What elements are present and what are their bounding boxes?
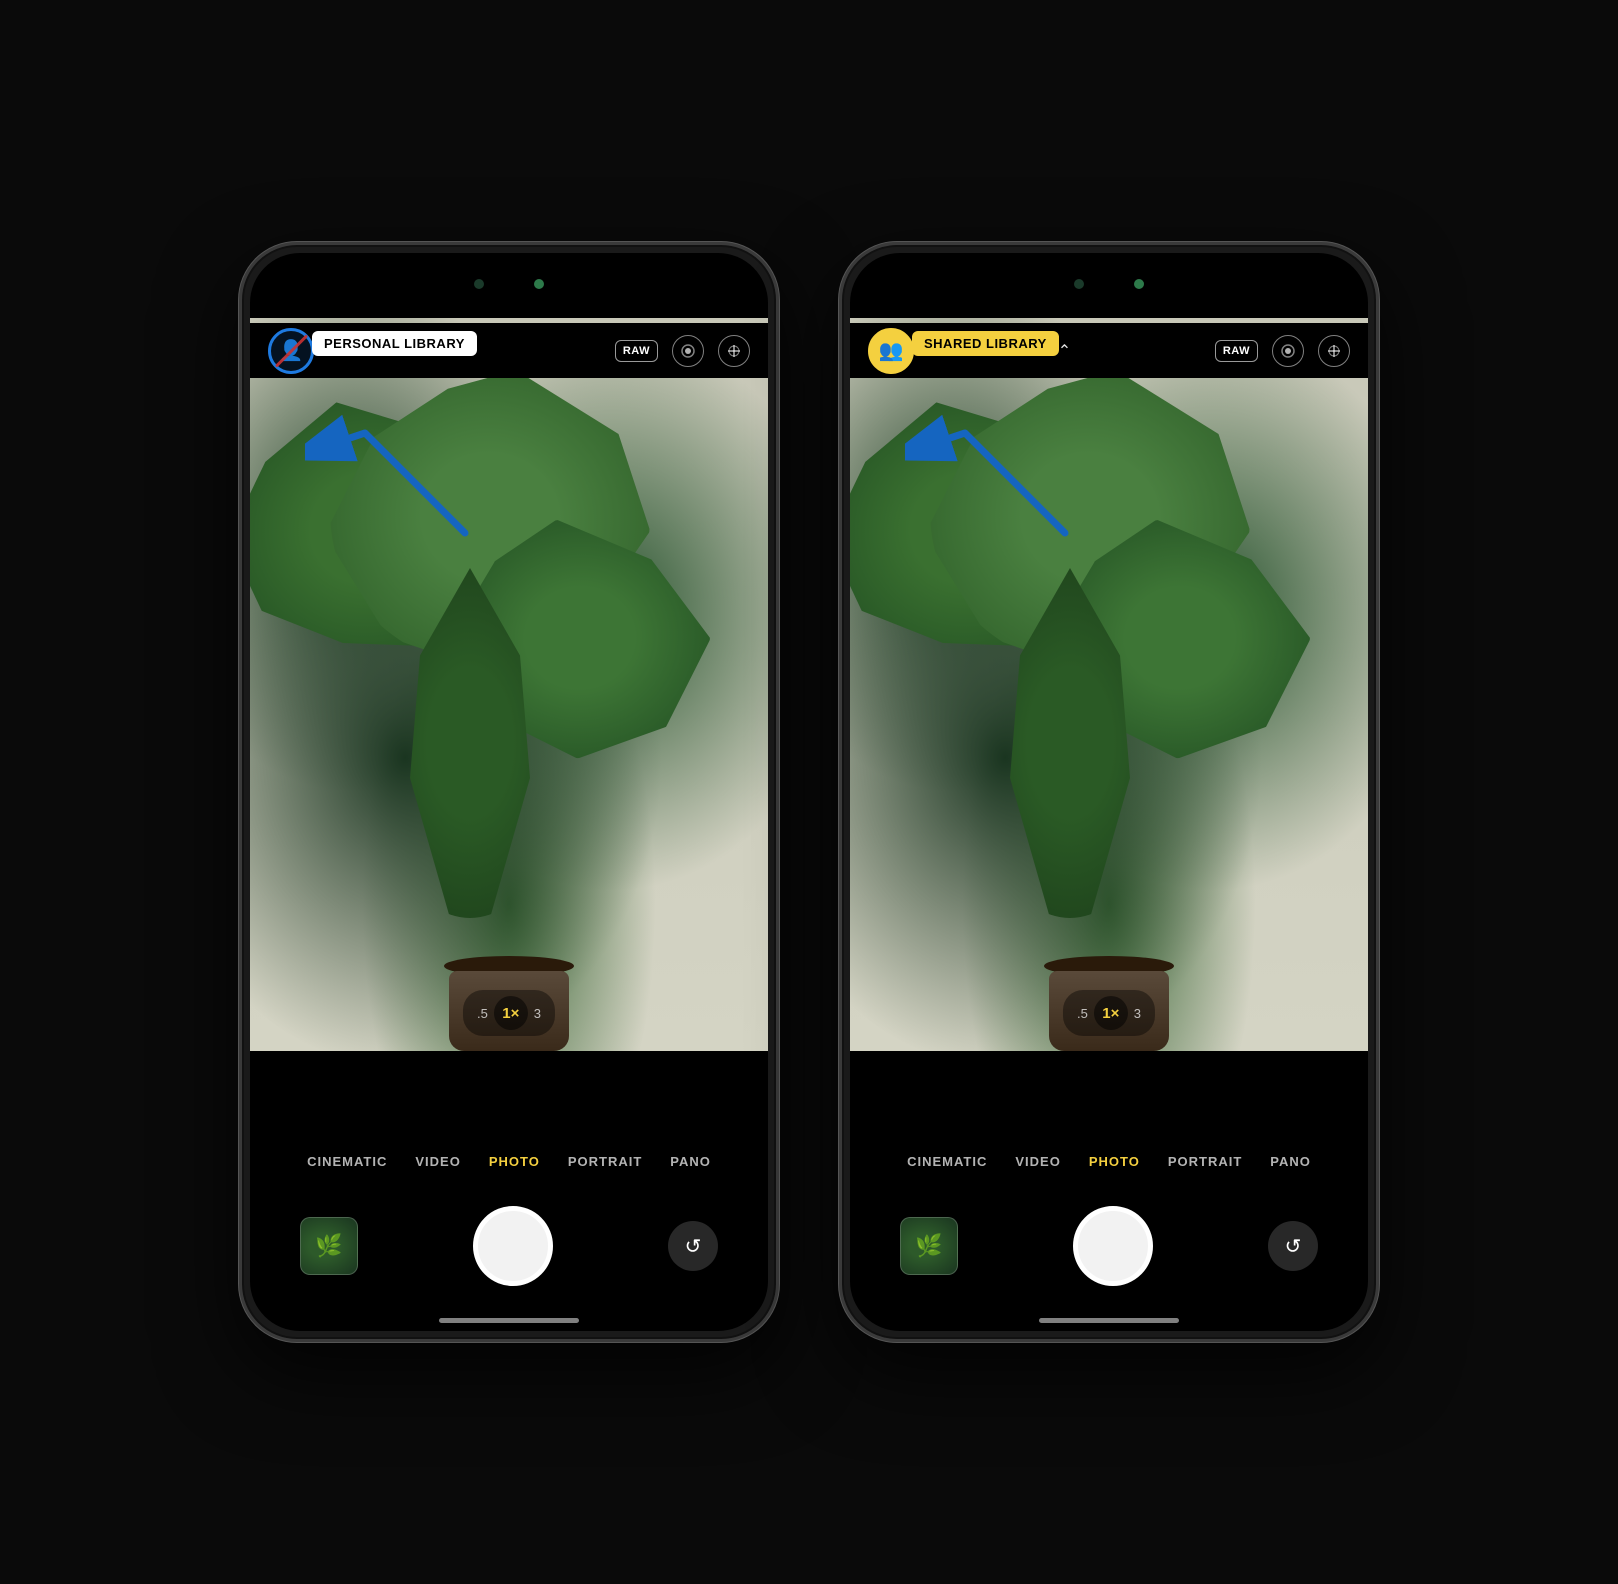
shutter-button-2[interactable]	[1073, 1206, 1153, 1286]
zoom-controls-2: .5 1× 3	[1063, 990, 1155, 1036]
library-tooltip-2: SHARED LIBRARY	[912, 331, 1059, 356]
zoom-0.5-1[interactable]: .5	[477, 1006, 488, 1021]
mode-cinematic-1[interactable]: CINEMATIC	[307, 1154, 387, 1169]
phone-screen-2: 👥 ⌃ RAW	[850, 253, 1368, 1331]
mode-bar-1: CINEMATIC VIDEO PHOTO PORTRAIT PANO	[250, 1142, 768, 1181]
shutter-area-2: 🌿 ↺	[850, 1206, 1368, 1286]
zoom-0.5-2[interactable]: .5	[1077, 1006, 1088, 1021]
live-photo-icon-1[interactable]	[672, 335, 704, 367]
mode-pano-2[interactable]: PANO	[1270, 1154, 1311, 1169]
home-bar-1	[439, 1318, 579, 1323]
right-controls-1: RAW	[615, 335, 750, 367]
flip-camera-button-2[interactable]: ↺	[1268, 1221, 1318, 1271]
mode-cinematic-2[interactable]: CINEMATIC	[907, 1154, 987, 1169]
photo-thumbnail-1[interactable]: 🌿	[300, 1217, 358, 1275]
raw-button-1[interactable]: RAW	[615, 340, 658, 362]
zoom-3x-2[interactable]: 3	[1134, 1006, 1141, 1021]
library-button-1[interactable]: 👤	[268, 328, 314, 374]
plant-background-2	[850, 318, 1368, 1051]
phone-2: 👥 ⌃ RAW	[839, 242, 1379, 1342]
dynamic-island-1	[449, 267, 569, 301]
mode-video-2[interactable]: VIDEO	[1015, 1154, 1060, 1169]
mode-photo-1[interactable]: PHOTO	[489, 1154, 540, 1169]
zoom-3x-1[interactable]: 3	[534, 1006, 541, 1021]
shutter-button-1[interactable]	[473, 1206, 553, 1286]
live-photo-icon-2[interactable]	[1272, 335, 1304, 367]
camera-dot-active-2	[1134, 279, 1144, 289]
phone-screen-1: 👤 ⌃ RAW	[250, 253, 768, 1331]
mode-portrait-2[interactable]: PORTRAIT	[1168, 1154, 1242, 1169]
phone-1: 👤 ⌃ RAW	[239, 242, 779, 1342]
photo-thumbnail-2[interactable]: 🌿	[900, 1217, 958, 1275]
chevron-up-icon-2[interactable]: ⌃	[1058, 341, 1071, 361]
people-icon-2: 👥	[879, 338, 904, 363]
right-controls-2: RAW	[1215, 335, 1350, 367]
flash-icon-1[interactable]	[718, 335, 750, 367]
camera-sensor-2	[1074, 279, 1084, 289]
phone-frame-2: 👥 ⌃ RAW	[839, 242, 1379, 1342]
flip-camera-button-1[interactable]: ↺	[668, 1221, 718, 1271]
viewfinder-1: .5 1× 3	[250, 318, 768, 1051]
dynamic-island-2	[1049, 267, 1169, 301]
mode-bar-2: CINEMATIC VIDEO PHOTO PORTRAIT PANO	[850, 1142, 1368, 1181]
flash-icon-2[interactable]	[1318, 335, 1350, 367]
library-tooltip-1: PERSONAL LIBRARY	[312, 331, 477, 356]
phone-frame-1: 👤 ⌃ RAW	[239, 242, 779, 1342]
zoom-controls-1: .5 1× 3	[463, 990, 555, 1036]
library-button-2[interactable]: 👥	[868, 328, 914, 374]
zoom-1x-1[interactable]: 1×	[494, 996, 528, 1030]
plant-background-1	[250, 318, 768, 1051]
mode-pano-1[interactable]: PANO	[670, 1154, 711, 1169]
shutter-area-1: 🌿 ↺	[250, 1206, 768, 1286]
zoom-1x-2[interactable]: 1×	[1094, 996, 1128, 1030]
viewfinder-2: .5 1× 3	[850, 318, 1368, 1051]
mode-portrait-1[interactable]: PORTRAIT	[568, 1154, 642, 1169]
raw-button-2[interactable]: RAW	[1215, 340, 1258, 362]
mode-photo-2[interactable]: PHOTO	[1089, 1154, 1140, 1169]
camera-dot-active-1	[534, 279, 544, 289]
camera-sensor-1	[474, 279, 484, 289]
mode-video-1[interactable]: VIDEO	[415, 1154, 460, 1169]
home-bar-2	[1039, 1318, 1179, 1323]
